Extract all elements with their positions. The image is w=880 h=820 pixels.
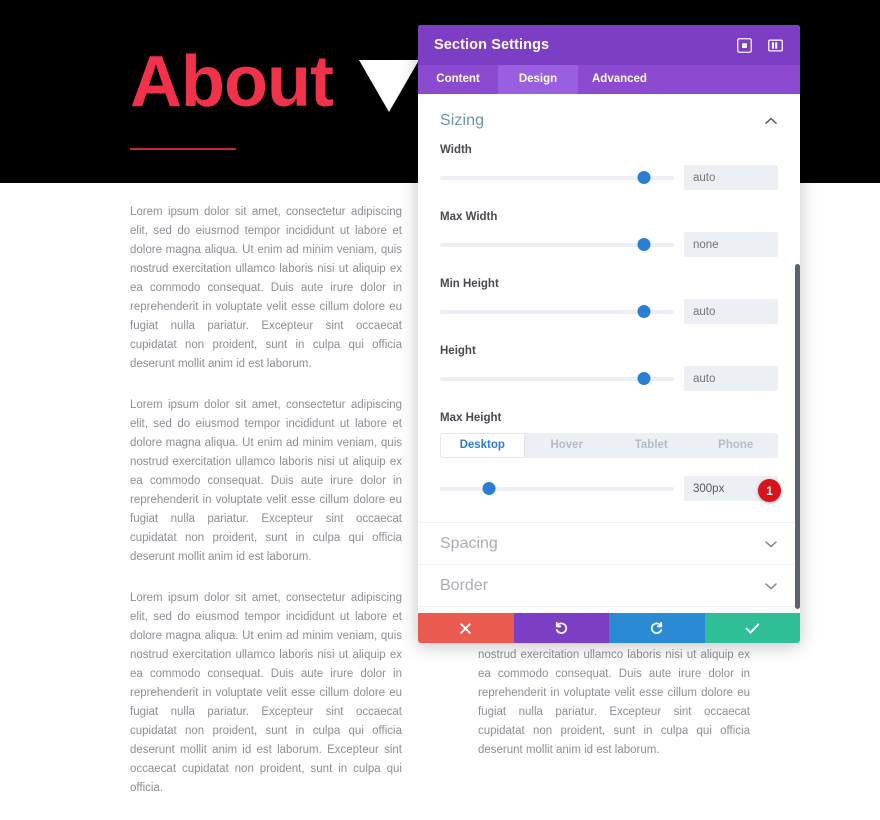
device-tab-hover[interactable]: Hover <box>525 433 610 458</box>
field-label-max-height: Max Height <box>440 412 502 424</box>
input-height[interactable] <box>684 366 778 391</box>
field-min-height: Min Height <box>440 278 778 324</box>
slider-knob[interactable] <box>482 482 496 495</box>
paragraph: Lorem ipsum dolor sit amet, consectetur … <box>130 206 402 370</box>
modal-footer <box>418 613 800 643</box>
section-settings-modal: Section Settings Content Design Advanced… <box>418 25 800 643</box>
input-width[interactable] <box>684 165 778 190</box>
save-button[interactable] <box>704 613 800 643</box>
title-underline-divider <box>130 148 236 150</box>
field-width: Width <box>440 144 778 190</box>
slider-track <box>440 486 674 491</box>
field-max-width: Max Width <box>440 211 778 257</box>
page-title: About <box>130 42 334 122</box>
section-label-spacing: Spacing <box>440 534 498 552</box>
field-max-height: Max Height Desktop Hover Tablet Phone <box>440 412 778 501</box>
input-min-height[interactable] <box>684 299 778 324</box>
paragraph: Lorem ipsum dolor sit amet, consectetur … <box>130 592 402 794</box>
field-label-min-height: Min Height <box>440 278 499 290</box>
slider-knob[interactable] <box>637 305 651 318</box>
tab-design[interactable]: Design <box>498 65 578 94</box>
modal-tab-bar: Content Design Advanced <box>418 65 800 94</box>
modal-header: Section Settings <box>418 25 800 65</box>
field-label-width: Width <box>440 144 472 156</box>
chevron-down-icon[interactable] <box>764 537 778 551</box>
paragraph: Lorem ipsum dolor sit amet, consectetur … <box>130 399 402 563</box>
triangle-down-icon <box>358 60 419 112</box>
slider-knob[interactable] <box>637 238 651 251</box>
collapsed-sections-list: Spacing Border Box Shadow <box>418 522 800 613</box>
section-row-box-shadow[interactable]: Box Shadow <box>418 607 800 613</box>
text-column-left: Lorem ipsum dolor sit amet, consectetur … <box>130 183 402 820</box>
slider-min-height[interactable] <box>440 305 674 319</box>
layout-columns-icon[interactable] <box>767 37 784 54</box>
device-tab-desktop[interactable]: Desktop <box>440 433 525 458</box>
field-height: Height <box>440 345 778 391</box>
cancel-button[interactable] <box>418 613 514 643</box>
input-max-width[interactable] <box>684 232 778 257</box>
slider-max-width[interactable] <box>440 238 674 252</box>
responsive-device-tabs: Desktop Hover Tablet Phone <box>440 433 778 458</box>
sizing-section: Sizing Width auto Max Width none Min Hei… <box>418 94 800 501</box>
sizing-section-title: Sizing <box>440 112 485 129</box>
panel-scrollbar[interactable] <box>795 264 800 609</box>
chevron-down-icon[interactable] <box>764 579 778 593</box>
device-tab-phone[interactable]: Phone <box>694 433 779 458</box>
slider-height[interactable] <box>440 372 674 386</box>
field-label-max-width: Max Width <box>440 211 498 223</box>
slider-max-height[interactable] <box>440 482 674 496</box>
modal-body: Sizing Width auto Max Width none Min Hei… <box>418 94 800 613</box>
redo-button[interactable] <box>609 613 705 643</box>
fullscreen-icon[interactable] <box>736 37 753 54</box>
slider-knob[interactable] <box>637 171 651 184</box>
modal-title: Section Settings <box>434 37 550 53</box>
slider-width[interactable] <box>440 171 674 185</box>
field-label-height: Height <box>440 345 476 357</box>
section-label-border: Border <box>440 576 489 594</box>
chevron-up-icon[interactable] <box>764 114 778 128</box>
tab-content[interactable]: Content <box>418 65 498 94</box>
undo-button[interactable] <box>513 613 609 643</box>
sizing-section-header[interactable]: Sizing <box>440 94 778 144</box>
section-row-border[interactable]: Border <box>418 565 800 607</box>
tab-advanced[interactable]: Advanced <box>578 65 661 94</box>
device-tab-tablet[interactable]: Tablet <box>609 433 694 458</box>
annotation-badge-1: 1 <box>758 479 781 502</box>
section-row-spacing[interactable]: Spacing <box>418 523 800 565</box>
slider-knob[interactable] <box>637 372 651 385</box>
hero-heading-group: About <box>130 42 419 122</box>
